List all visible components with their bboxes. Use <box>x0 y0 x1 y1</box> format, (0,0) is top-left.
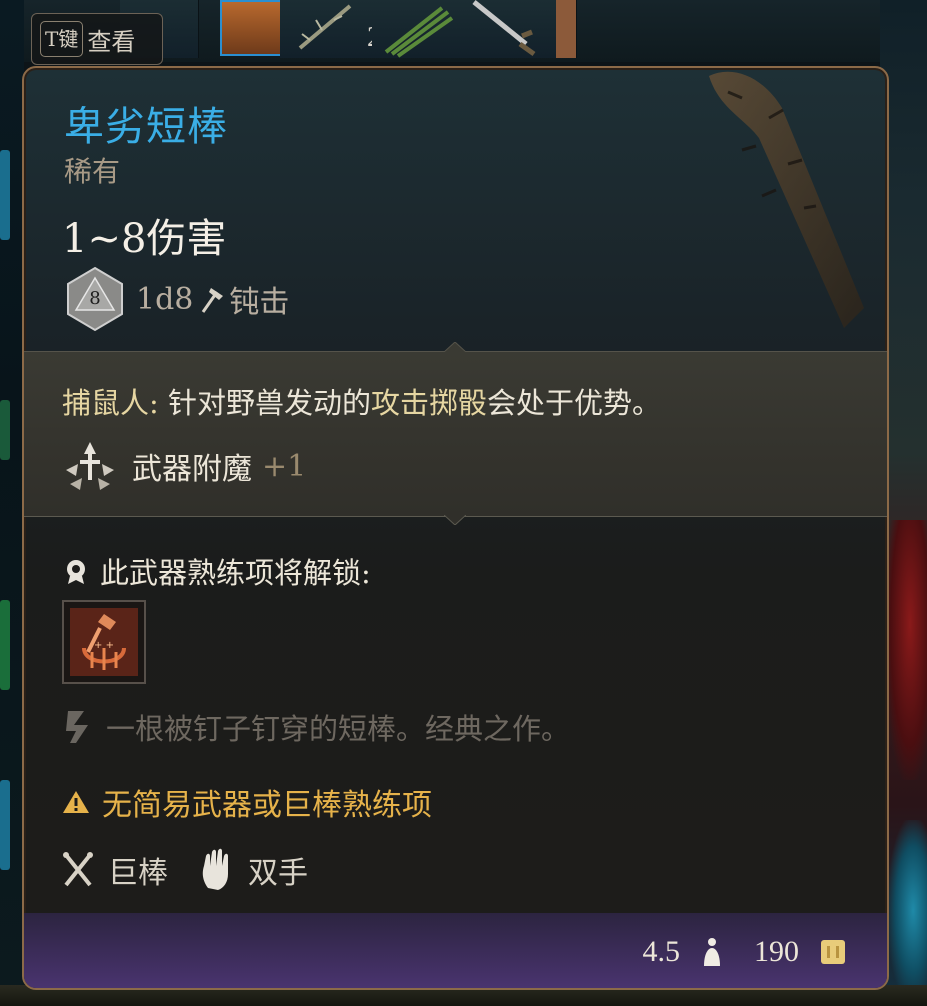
hotbar-slot[interactable] <box>372 0 465 58</box>
weapon-type: 巨棒 <box>108 856 168 891</box>
weight-icon <box>704 938 720 966</box>
passive-name: 捕鼠人: <box>62 386 159 420</box>
flavor-text: 一根被钉子钉穿的短棒。经典之作。 <box>106 712 571 746</box>
two-handed-icon <box>202 848 228 890</box>
hotbar-divider <box>556 0 577 58</box>
unlock-badge-icon <box>67 560 85 584</box>
enchant-value: +1 <box>262 448 307 484</box>
enchant-label: 武器附魔 <box>132 452 252 487</box>
dice-value: 1d8 <box>136 281 194 317</box>
svg-text:+ +: + + <box>94 640 114 651</box>
item-tooltip: 卑劣短棒 稀有 1~8伤害 8 1d8 钝击 捕鼠人: 针对野兽发动的攻击掷骰会… <box>22 66 889 990</box>
sword-item-icon <box>472 0 536 57</box>
passive-description: 捕鼠人: 针对野兽发动的攻击掷骰会处于优势。 <box>62 386 662 420</box>
section-notch <box>444 342 466 352</box>
gold-value: 190 <box>754 935 799 968</box>
crossed-clubs-icon <box>63 852 93 887</box>
passive-section: 捕鼠人: 针对野兽发动的攻击掷骰会处于优势。 武器附魔 +1 <box>24 342 887 525</box>
proficiency-warning: 无简易武器或巨棒熟练项 <box>62 780 432 824</box>
section-notch <box>444 515 466 525</box>
warning-icon <box>63 791 89 813</box>
weapon-action-slot[interactable]: + + <box>62 600 146 684</box>
unlock-label: 此武器熟练项将解锁: <box>100 556 371 590</box>
d8-dice-icon: 8 <box>67 266 123 332</box>
red-creature <box>885 520 927 780</box>
herb-item-icon <box>384 6 454 58</box>
damage-type: 钝击 <box>229 285 290 320</box>
item-damage: 1~8伤害 <box>62 216 227 262</box>
twig-item-icon <box>298 4 352 50</box>
spiked-club-icon <box>709 71 864 328</box>
weapon-tags: 巨棒 双手 <box>62 848 308 892</box>
left-inventory-edge <box>0 0 24 1006</box>
flavor-row: 一根被钉子钉穿的短棒。经典之作。 <box>62 706 570 748</box>
warning-text: 无简易武器或巨棒熟练项 <box>102 788 432 823</box>
weapon-enchant-icon <box>66 442 114 490</box>
inventory-slot-edge[interactable] <box>0 780 10 870</box>
examine-button[interactable]: T键 查看 <box>31 13 163 65</box>
hotbar-slot[interactable] <box>280 0 373 58</box>
tooltip-footer: 4.5 190 <box>24 913 887 988</box>
gold-coin-icon <box>821 940 845 964</box>
quote-icon <box>66 711 88 743</box>
blue-crystal <box>888 820 927 1000</box>
weight-value: 4.5 <box>642 935 681 968</box>
item-name: 卑劣短棒 <box>64 104 228 150</box>
dice-face: 8 <box>89 288 100 309</box>
enchant-row: 武器附魔 +1 <box>62 440 306 492</box>
t-key-badge: T键 <box>40 21 84 57</box>
proficiency-unlock: 此武器熟练项将解锁: <box>62 550 371 592</box>
inventory-slot-edge[interactable] <box>0 150 10 240</box>
inventory-slot-edge[interactable] <box>0 400 10 460</box>
examine-label: 查看 <box>87 27 136 56</box>
inventory-slot-edge[interactable] <box>0 600 10 690</box>
weapon-action-icon: + + <box>70 608 138 676</box>
handedness: 双手 <box>248 856 308 891</box>
item-rarity: 稀有 <box>64 155 121 188</box>
hotbar-slot[interactable] <box>464 0 557 58</box>
hammer-icon <box>202 288 224 313</box>
footer-stats: 4.5 190 <box>643 935 848 969</box>
passive-keyword: 攻击掷骰 <box>371 386 488 420</box>
dice-row: 8 1d8 钝击 <box>64 264 289 334</box>
